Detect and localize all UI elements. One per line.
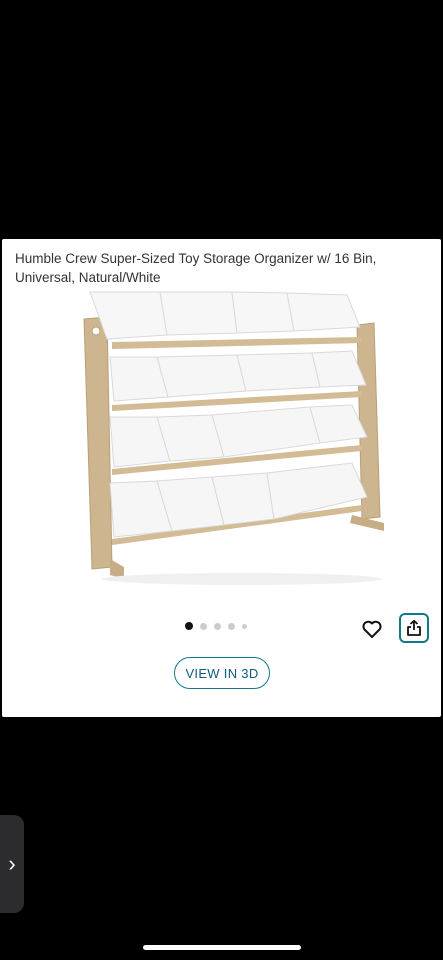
pagination-dot[interactable] (242, 623, 247, 629)
share-button[interactable] (399, 613, 429, 643)
heart-icon[interactable] (360, 617, 384, 641)
pagination-dot[interactable] (214, 622, 221, 630)
product-card: Humble Crew Super-Sized Toy Storage Orga… (2, 239, 441, 717)
pagination-dot[interactable] (228, 622, 235, 630)
home-indicator[interactable] (143, 945, 301, 950)
view-in-3d-button[interactable]: VIEW IN 3D (174, 657, 270, 689)
chevron-right-icon: › (8, 851, 16, 876)
pagination-dot[interactable] (200, 622, 207, 630)
product-image[interactable] (62, 287, 392, 587)
share-icon (407, 619, 421, 636)
side-panel-tab[interactable]: › (0, 815, 24, 913)
image-pagination[interactable] (185, 622, 247, 630)
product-title: Humble Crew Super-Sized Toy Storage Orga… (15, 251, 377, 285)
pagination-dot[interactable] (185, 622, 193, 630)
